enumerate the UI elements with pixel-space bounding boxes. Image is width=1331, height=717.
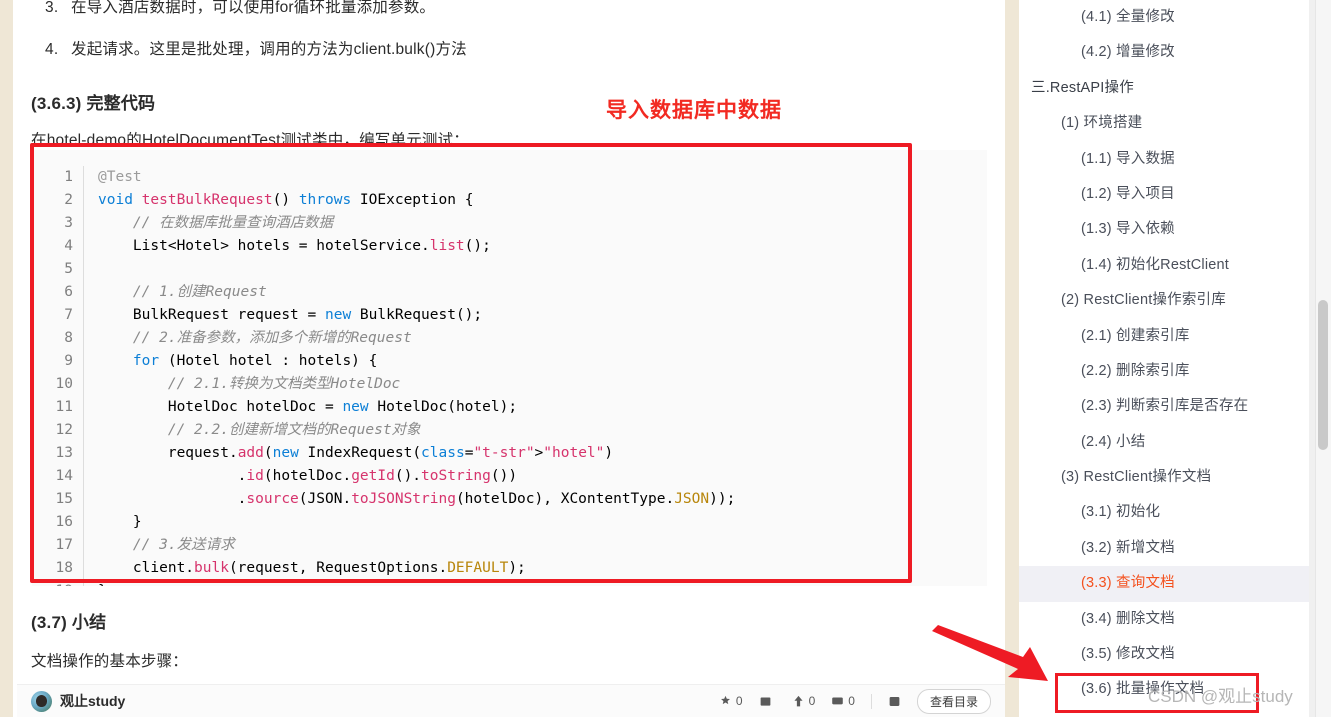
section-heading-37: (3.7) 小结 [31,613,107,632]
red-annotation-label: 导入数据库中数据 [606,99,782,122]
code-block[interactable]: 1 2 3 4 5 6 7 8 9 10 11 12 13 14 15 16 1… [32,150,987,586]
collect-icon [760,696,770,706]
report-icon [889,696,900,706]
toc-item[interactable]: (3.5) 修改文档 [1019,637,1309,672]
code-line-number: 14 [55,468,73,484]
code-line: void testBulkRequest() throws IOExceptio… [98,192,474,208]
share-stat[interactable]: 0 [792,694,816,708]
like-count: 0 [735,694,743,708]
code-line-number: 15 [55,491,73,507]
code-source-lines: @Test void testBulkRequest() throws IOExc… [84,166,735,586]
share-icon [794,695,803,706]
like-stat[interactable]: 0 [719,694,743,708]
code-line-number: 9 [64,353,73,369]
list-item: 4. 发起请求。这里是批处理，调用的方法为client.bulk()方法 [45,38,1005,63]
toc-item[interactable]: (3.6) 批量操作文档 [1019,672,1309,707]
code-line: @Test [98,169,142,185]
code-line: request.add(new IndexRequest(class="t-st… [98,445,614,461]
toc-toggle-button[interactable]: 查看目录 [916,688,991,714]
code-line-number: 18 [55,560,73,576]
toc-item[interactable]: (1.1) 导入数据 [1019,142,1309,177]
code-line-number: 19 [32,580,73,586]
toc-item[interactable]: (1.2) 导入项目 [1019,177,1309,212]
code-line: // 2.2.创建新增文档的Request对象 [98,422,421,438]
code-line: } [98,580,735,586]
list-item-text: 发起请求。这里是批处理，调用的方法为client.bulk()方法 [71,40,467,58]
code-line: BulkRequest request = new BulkRequest(); [98,307,483,323]
code-line-number: 3 [64,215,73,231]
right-page-gutter [1005,0,1019,717]
code-block-inner: 1 2 3 4 5 6 7 8 9 10 11 12 13 14 15 16 1… [32,166,735,586]
code-line: List<Hotel> hotels = hotelService.list()… [98,238,491,254]
code-line-number: 13 [55,445,73,461]
toc-item[interactable]: (1.4) 初始化RestClient [1019,248,1309,283]
toc-item[interactable]: (2) RestClient操作索引库 [1019,283,1309,318]
author-name[interactable]: 观止study [60,691,125,711]
code-line: // 在数据库批量查询酒店数据 [98,215,334,231]
section-paragraph-363: 在hotel-demo的HotelDocumentTest测试类中，编写单元测试… [31,131,470,149]
list-item-number: 3. [45,0,59,16]
collect-stat[interactable] [759,695,776,708]
toc-item[interactable]: (2.4) 小结 [1019,425,1309,460]
list-item-text: 在导入酒店数据时，可以使用for循环批量添加参数。 [71,0,436,16]
toc-item[interactable]: (3.4) 删除文档 [1019,602,1309,637]
code-line-number: 6 [64,284,73,300]
toc-item[interactable]: (1) 环境搭建 [1019,106,1309,141]
numbered-list: 3. 在导入酒店数据时，可以使用for循环批量添加参数。 4. 发起请求。这里是… [17,0,1005,63]
code-line: // 1.创建Request [98,284,267,300]
code-line: } [98,514,142,530]
comment-icon [832,696,844,704]
toc-item[interactable]: (3.3) 查询文档 [1019,566,1309,602]
toc-item[interactable]: (3.2) 新增文档 [1019,531,1309,566]
report-action[interactable] [888,695,901,708]
code-line-number: 2 [64,192,73,208]
page-scrollbar-thumb[interactable] [1318,300,1328,450]
toc-item[interactable]: 三.RestAPI操作 [1019,71,1309,106]
code-line-number: 16 [55,514,73,530]
code-line-number: 4 [64,238,73,254]
footer-divider [870,693,872,709]
share-count: 0 [808,694,816,708]
code-line-number: 5 [64,261,73,277]
code-line-number: 1 [64,169,73,185]
code-line: HotelDoc hotelDoc = new HotelDoc(hotel); [98,399,518,415]
list-item: 3. 在导入酒店数据时，可以使用for循环批量添加参数。 [45,0,1005,21]
toc-item[interactable]: (1.3) 导入依赖 [1019,212,1309,247]
code-line-number: 17 [55,537,73,553]
section-37-block: (3.7) 小结 文档操作的基本步骤： [31,608,188,671]
code-line: .source(JSON.toJSONString(hotelDoc), XCo… [98,491,736,507]
section-heading-363: (3.6.3) 完整代码 [31,93,156,113]
comment-stat[interactable]: 0 [831,694,855,708]
code-line: // 2.准备参数，添加多个新增的Request [98,330,412,346]
page-root: 3. 在导入酒店数据时，可以使用for循环批量添加参数。 4. 发起请求。这里是… [0,0,1331,717]
code-line-number: 10 [55,376,73,392]
toc-item[interactable]: (3.1) 初始化 [1019,495,1309,530]
toc-item[interactable]: (2.1) 创建索引库 [1019,319,1309,354]
toc-item[interactable]: (4.1) 全量修改 [1019,0,1309,35]
code-line-number: 7 [64,307,73,323]
code-line-number: 8 [64,330,73,346]
code-line: .id(hotelDoc.getId().toString()) [98,468,518,484]
avatar[interactable] [31,690,52,712]
code-line-number: 11 [55,399,73,415]
code-line: for (Hotel hotel : hotels) { [132,353,378,369]
section-paragraph-37: 文档操作的基本步骤： [31,653,189,670]
table-of-contents-sidebar[interactable]: (4.1) 全量修改 (4.2) 增量修改 三.RestAPI操作 (1) 环境搭建(… [1019,0,1309,717]
code-line: // 2.1.转换为文档类型HotelDoc [98,376,401,392]
comment-count: 0 [848,694,855,708]
toc-item[interactable]: (3) RestClient操作文档 [1019,460,1309,495]
toc-item[interactable]: (4.2) 增量修改 [1019,35,1309,70]
code-line: // 3.发送请求 [98,537,235,553]
toc-item[interactable]: (2.2) 删除索引库 [1019,354,1309,389]
article-footer-bar: 观止study 0 0 0 查看目录 [17,684,1005,717]
code-line: client.bulk(request, RequestOptions.DEFA… [98,560,526,576]
code-line-number: 12 [55,422,73,438]
toc-item[interactable]: (2.3) 判断索引库是否存在 [1019,389,1309,424]
like-icon [720,695,730,704]
left-page-gutter [0,0,13,717]
code-line-numbers: 1 2 3 4 5 6 7 8 9 10 11 12 13 14 15 16 1… [32,166,84,586]
list-item-number: 4. [45,40,59,58]
